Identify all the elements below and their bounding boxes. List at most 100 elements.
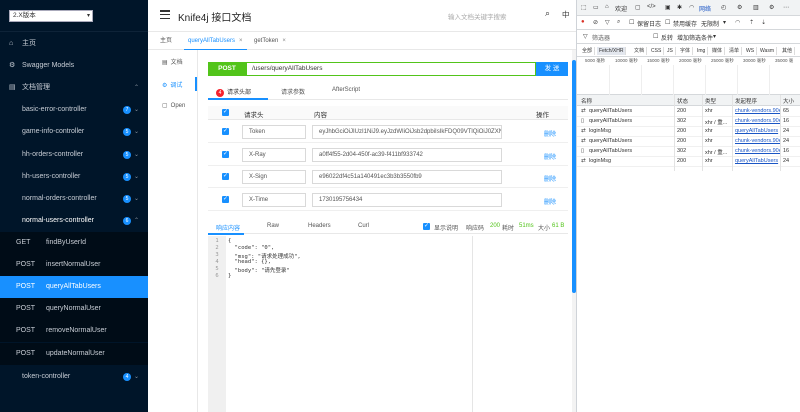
sidebar-endpoint-find-by-user-id[interactable]: GET findByUserId [0, 232, 148, 254]
network-row[interactable]: ⇄ loginMsg 200 xhr queryAllTabUsers 24 [577, 157, 800, 167]
select-all-checkbox[interactable]: ✓ [222, 109, 229, 116]
header-name-input[interactable]: X-Ray [242, 148, 306, 162]
more-filters-button[interactable]: 增加筛选条件 [677, 33, 713, 42]
devtools-home-icon[interactable]: ⌂ [605, 4, 609, 10]
network-row[interactable]: ⇄ queryAllTabUsers 200 xhr chunk-vendors.90e… [577, 137, 800, 147]
bug-icon[interactable]: ✱ [677, 4, 682, 11]
tab-get-token[interactable]: getToken × [250, 32, 290, 50]
type-filter-media[interactable]: 媒体 [710, 47, 726, 55]
show-description-checkbox[interactable]: ✓ [423, 223, 430, 230]
search-icon[interactable]: ⌕ [617, 19, 620, 26]
close-icon[interactable]: × [282, 38, 286, 44]
sidebar-endpoint-query-normal-user[interactable]: POST queryNormalUser [0, 298, 148, 320]
clear-icon[interactable]: ⊘ [593, 19, 598, 26]
sidebar-item-docs[interactable]: ▤ 文档管理 ⌃ [0, 77, 148, 99]
sidebar-endpoint-remove-normal-user[interactable]: POST removeNormalUser [0, 320, 148, 342]
header-value-input[interactable]: eyJhbGciOiJIUzI1NiJ9.eyJzdWIiOiJsb2dpbiI… [312, 125, 502, 139]
header-name-input[interactable]: Token [242, 125, 306, 139]
network-timeline[interactable]: 5000 毫秒 10000 毫秒 15000 毫秒 20000 毫秒 25000… [577, 57, 800, 95]
sources-icon[interactable]: ▣ [665, 4, 671, 11]
type-filter-js[interactable]: JS [665, 47, 676, 55]
inspect-icon[interactable]: ⬚ [581, 4, 587, 11]
preserve-log-checkbox[interactable]: ☐ [629, 19, 634, 26]
devtools-tab-welcome[interactable]: 欢迎 [615, 4, 627, 13]
type-filter-font[interactable]: 字体 [678, 47, 694, 55]
tab-request-headers[interactable]: 4 请求头部 [216, 87, 251, 97]
column-header-initiator[interactable]: 发起程序 [735, 97, 757, 105]
language-switch[interactable]: 中 [562, 9, 570, 20]
sidebar-item-normal-users-controller[interactable]: normal-users-controller 6 ⌃ [0, 210, 148, 232]
disable-cache-checkbox[interactable]: ☐ [665, 19, 670, 26]
request-initiator[interactable]: chunk-vendors.90e [735, 108, 781, 114]
search-icon[interactable]: ⌕ [545, 8, 550, 19]
request-initiator[interactable]: chunk-vendors.90e [735, 148, 781, 154]
type-filter-other[interactable]: 其他 [780, 47, 796, 55]
header-value-input[interactable]: e96022df4c51a140491ec3b3b3550fb9 [312, 170, 502, 184]
header-name-input[interactable]: X-Time [242, 193, 306, 207]
upload-icon[interactable]: ⇡ [749, 19, 754, 26]
tab-after-script[interactable]: AfterScript [332, 87, 360, 93]
request-initiator[interactable]: chunk-vendors.90e [735, 118, 781, 124]
elements-icon[interactable]: ▢ [635, 4, 641, 11]
method-badge[interactable]: POST [208, 62, 246, 76]
column-header-size[interactable]: 大小 [783, 97, 794, 105]
header-name-input[interactable]: X-Sign [242, 170, 306, 184]
throttle-select[interactable]: 无限制 [701, 19, 719, 28]
nav-debug[interactable]: ⚙ 调试 [162, 80, 182, 89]
tab-request-params[interactable]: 请求参数 [281, 87, 305, 96]
download-icon[interactable]: ⇣ [761, 19, 766, 26]
type-filter-img[interactable]: Img [695, 47, 709, 55]
type-filter-ws[interactable]: WS [744, 47, 758, 55]
type-filter-doc[interactable]: 文档 [632, 47, 648, 55]
device-icon[interactable]: ▭ [593, 4, 599, 11]
network-row[interactable]: ▯ queryAllTabUsers 302 xhr / 重... chunk-vend… [577, 147, 800, 157]
column-header-name[interactable]: 名称 [581, 97, 592, 105]
row-checkbox[interactable]: ✓ [222, 128, 229, 135]
settings-icon[interactable]: ⚙ [769, 4, 774, 11]
request-initiator[interactable]: queryAllTabUsers [735, 128, 781, 134]
sidebar-endpoint-update-normal-user[interactable]: POST updateNormalUser [0, 343, 148, 365]
network-row[interactable]: ▯ queryAllTabUsers 302 xhr / 重... chunk-vend… [577, 117, 800, 127]
tab-raw[interactable]: Raw [267, 223, 279, 229]
request-initiator[interactable]: chunk-vendors.90e [735, 138, 781, 144]
row-checkbox[interactable]: ✓ [222, 173, 229, 180]
more-icon[interactable]: ⋯ [783, 4, 789, 11]
sidebar-item-game-info-controller[interactable]: game-info-controller 5 ⌄ [0, 121, 148, 143]
memory-icon[interactable]: ⚙ [737, 4, 742, 11]
url-input[interactable]: /users/queryAllTabUsers [246, 62, 536, 76]
send-button[interactable]: 发 送 [536, 62, 568, 76]
header-value-input[interactable]: 1730195756434 [312, 193, 502, 207]
version-select[interactable]: 2.X版本 ▾ [9, 10, 93, 22]
performance-icon[interactable]: ◴ [721, 4, 726, 11]
sidebar-item-normal-orders-controller[interactable]: normal-orders-controller 5 ⌄ [0, 188, 148, 210]
nav-open[interactable]: ▢ Open [162, 102, 185, 109]
search-input[interactable]: 输入文档关键字搜索 [448, 11, 507, 21]
sidebar-item-home[interactable]: ⌂ 主页 [0, 33, 148, 55]
type-filter-fetch-xhr[interactable]: Fetch/XHR [597, 47, 627, 55]
sidebar-item-swagger-models[interactable]: ⚙ Swagger Models [0, 55, 148, 77]
network-row[interactable]: ⇄ loginMsg 200 xhr queryAllTabUsers 24 [577, 127, 800, 137]
application-icon[interactable]: ▥ [753, 4, 759, 11]
close-icon[interactable]: × [239, 38, 243, 44]
tab-response-content[interactable]: 响应内容 [216, 223, 240, 232]
header-value-input[interactable]: a0ff4f55-2d04-450f-ac39-f411bf933742 [312, 148, 502, 162]
request-initiator[interactable]: queryAllTabUsers [735, 158, 781, 164]
sidebar-item-hh-users-controller[interactable]: hh-users-controller 5 ⌄ [0, 166, 148, 188]
filter-input[interactable]: 筛选器 [592, 33, 610, 42]
type-filter-css[interactable]: CSS [649, 47, 665, 55]
delete-button[interactable]: 删除 [544, 174, 556, 183]
delete-button[interactable]: 删除 [544, 197, 556, 206]
sidebar-endpoint-insert-normal-user[interactable]: POST insertNormalUser [0, 254, 148, 276]
invert-checkbox[interactable]: ☐ [653, 33, 658, 40]
network-row[interactable]: ⇄ queryAllTabUsers 200 xhr chunk-vendors.90e… [577, 107, 800, 117]
filter-icon[interactable]: ▽ [605, 19, 610, 26]
sidebar-item-token-controller[interactable]: token-controller 4 ⌄ [0, 366, 148, 388]
column-header-type[interactable]: 类型 [705, 97, 716, 105]
type-filter-wasm[interactable]: Wasm [758, 47, 777, 55]
row-checkbox[interactable]: ✓ [222, 196, 229, 203]
type-filter-all[interactable]: 全部 [580, 47, 596, 55]
nav-doc[interactable]: ▤ 文档 [162, 57, 183, 66]
column-header-status[interactable]: 状态 [677, 97, 688, 105]
wifi-settings-icon[interactable]: ◠ [735, 19, 740, 26]
devtools-tab-network[interactable]: 网络 [699, 4, 711, 13]
